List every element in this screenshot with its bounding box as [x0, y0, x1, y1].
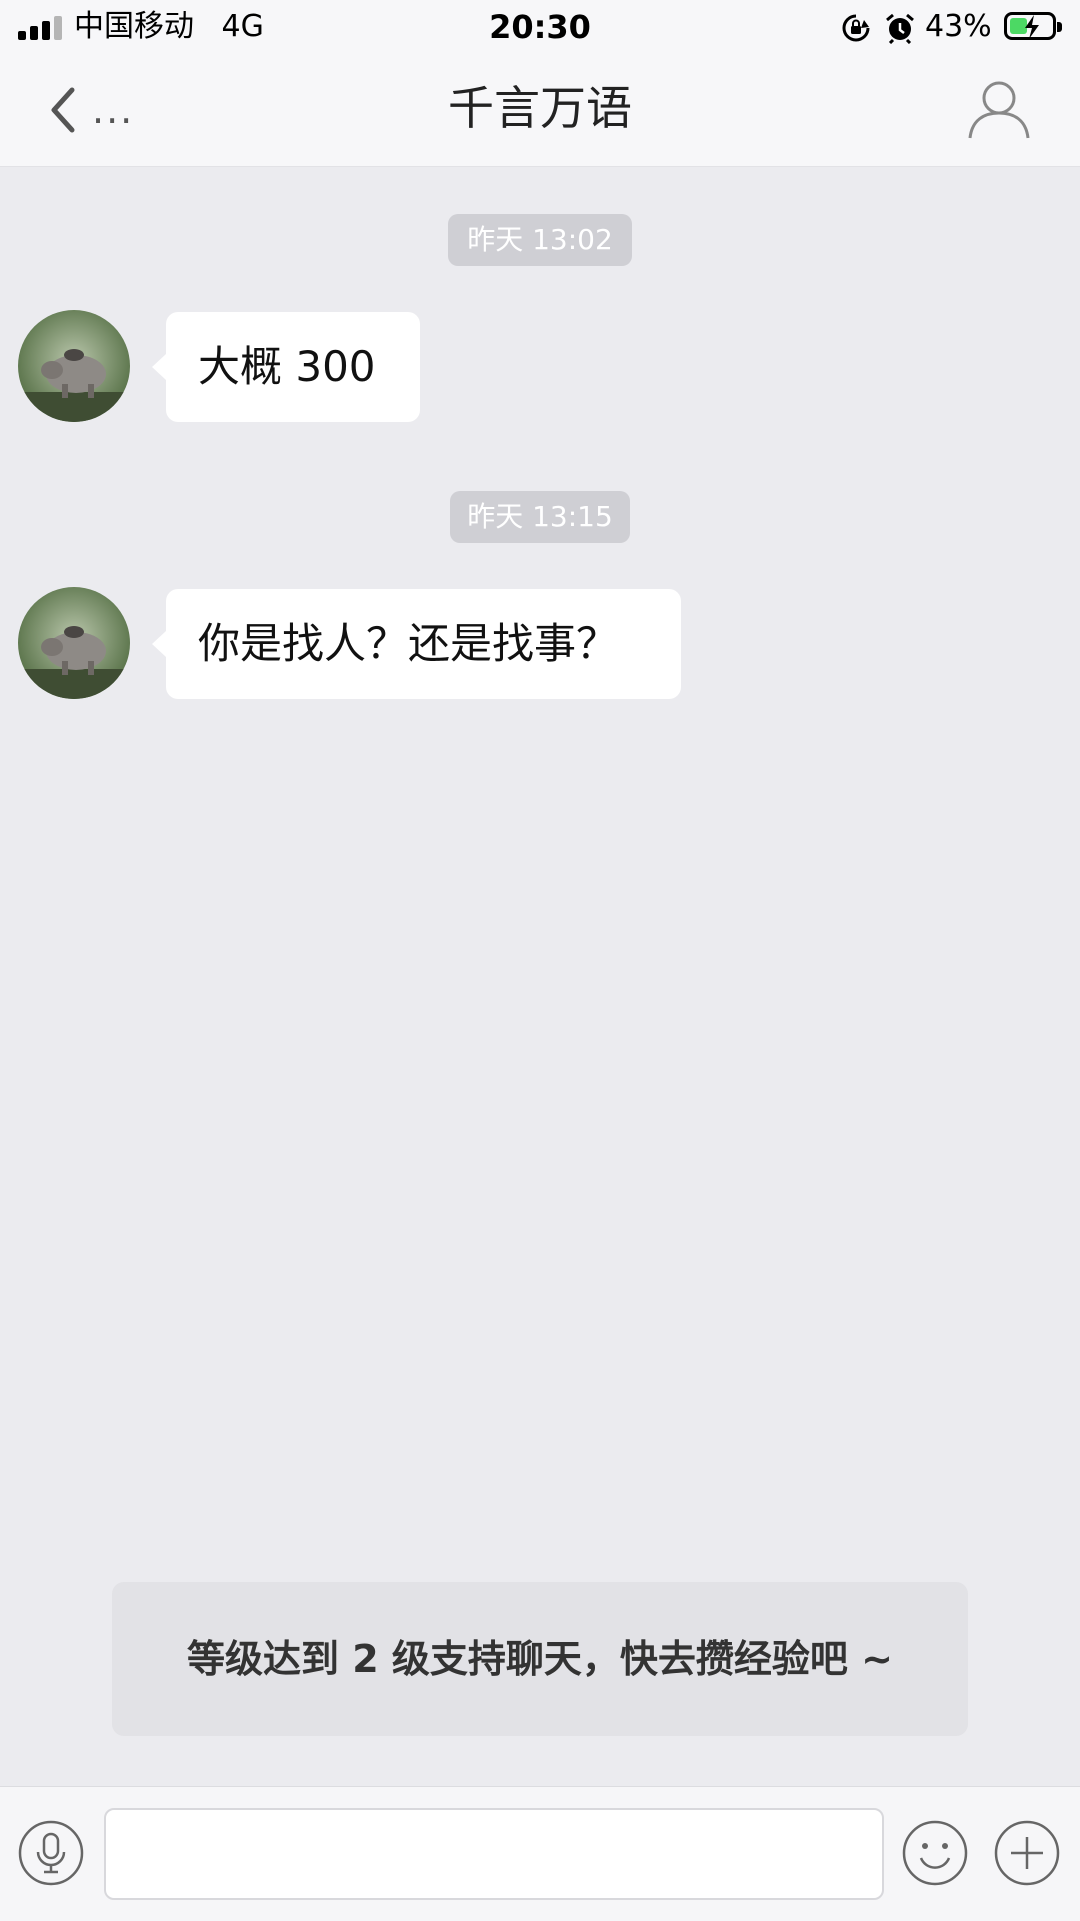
- plus-icon: [994, 1820, 1060, 1886]
- battery-percent: 43%: [925, 9, 992, 44]
- rotation-lock-icon: [842, 14, 870, 42]
- avatar-image: [18, 310, 130, 422]
- message-timestamp: 昨天 13:15: [450, 491, 630, 543]
- message-bubble[interactable]: 你是找人？还是找事？: [152, 589, 681, 699]
- battery-charging-icon: [1004, 12, 1062, 40]
- level-notice: 等级达到 2 级支持聊天，快去攒经验吧 ~: [112, 1582, 968, 1736]
- page-title: 千言万语: [448, 81, 632, 135]
- avatar[interactable]: [18, 310, 130, 422]
- person-icon: [968, 81, 1030, 139]
- microphone-icon: [18, 1820, 84, 1886]
- avatar-image: [18, 587, 130, 699]
- voice-button[interactable]: [18, 1820, 84, 1886]
- message-input[interactable]: [104, 1808, 884, 1900]
- nav-bar: ... 千言万语: [0, 54, 1080, 167]
- input-bar: [0, 1786, 1080, 1921]
- alarm-icon: [886, 13, 914, 44]
- profile-button[interactable]: [966, 76, 1032, 142]
- more-button[interactable]: [994, 1820, 1060, 1886]
- avatar[interactable]: [18, 587, 130, 699]
- emoji-button[interactable]: [902, 1820, 968, 1886]
- smiley-icon: [902, 1820, 968, 1886]
- message-timestamp: 昨天 13:02: [448, 214, 632, 266]
- status-time: 20:30: [489, 8, 591, 46]
- message-bubble[interactable]: 大概 300: [152, 312, 420, 422]
- status-bar: 中国移动 4G 20:30 43%: [0, 0, 1080, 54]
